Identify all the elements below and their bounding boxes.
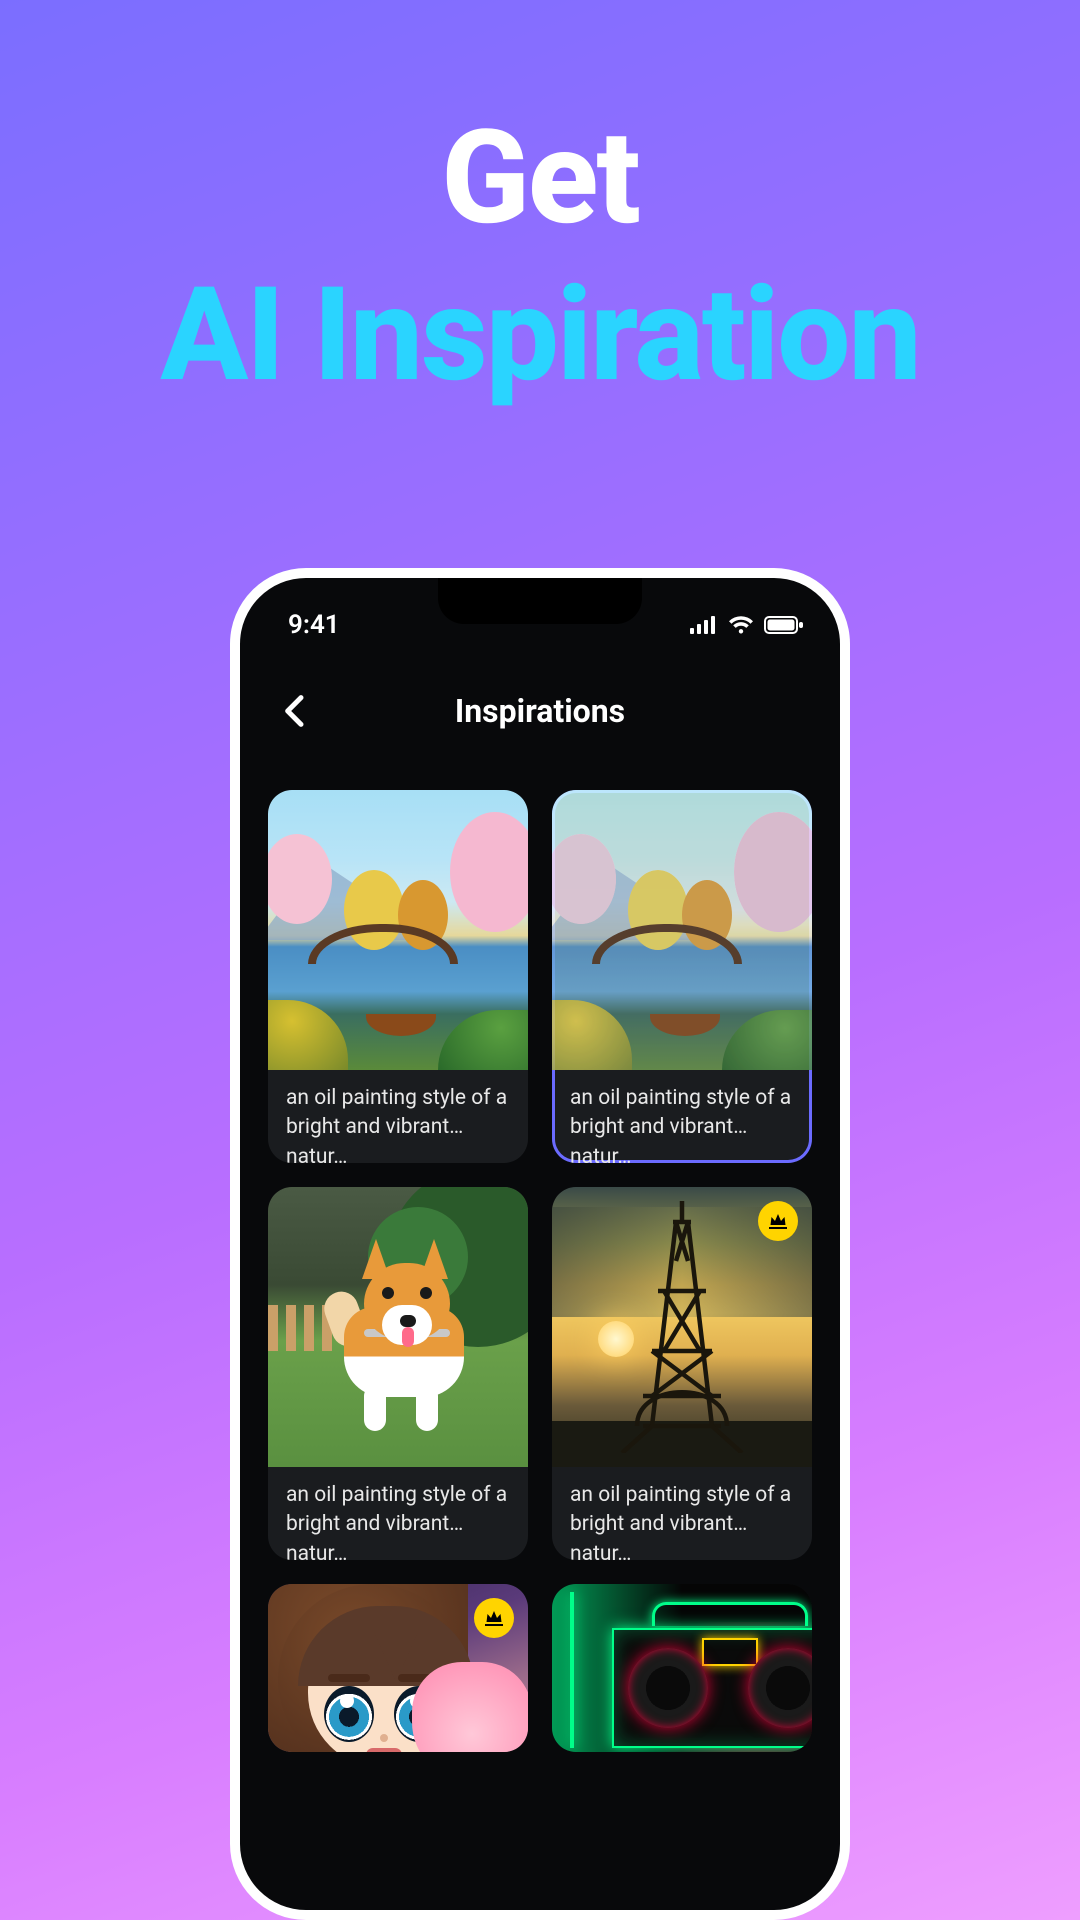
wifi-icon — [728, 615, 754, 635]
inspiration-card[interactable]: an oil painting style of a bright and vi… — [268, 790, 528, 1163]
hero-line-2: AI Inspiration — [0, 267, 1080, 404]
inspiration-thumbnail — [552, 1584, 812, 1752]
inspiration-card[interactable]: an oil painting style of a bright and vi… — [552, 790, 812, 1163]
inspiration-card[interactable]: an oil painting style of a bright and vi… — [552, 1187, 812, 1560]
inspiration-thumbnail — [268, 1187, 528, 1467]
inspiration-caption: an oil painting style of a bright and vi… — [552, 1070, 812, 1163]
inspiration-card[interactable] — [268, 1584, 528, 1752]
marketing-hero: Get AI Inspiration — [0, 0, 1080, 403]
hero-line-1: Get — [0, 110, 1080, 247]
back-button[interactable] — [276, 691, 316, 731]
crown-icon — [474, 1598, 514, 1638]
device-notch — [438, 578, 642, 624]
status-time: 9:41 — [288, 610, 340, 640]
inspiration-card[interactable] — [552, 1584, 812, 1752]
battery-icon — [764, 615, 804, 635]
nav-bar: Inspirations — [240, 672, 840, 750]
page-title: Inspirations — [455, 692, 625, 730]
phone-screen: 9:41 — [240, 578, 840, 1910]
inspiration-caption: an oil painting style of a bright and vi… — [268, 1467, 528, 1560]
inspiration-thumbnail — [268, 790, 528, 1070]
cellular-icon — [690, 616, 718, 634]
inspiration-grid: an oil painting style of a bright and vi… — [240, 750, 840, 1560]
inspiration-caption: an oil painting style of a bright and vi… — [552, 1467, 812, 1560]
inspiration-grid-row — [240, 1560, 840, 1752]
inspiration-thumbnail — [552, 790, 812, 1070]
inspiration-card[interactable]: an oil painting style of a bright and vi… — [268, 1187, 528, 1560]
crown-icon — [758, 1201, 798, 1241]
inspiration-caption: an oil painting style of a bright and vi… — [268, 1070, 528, 1163]
phone-frame: 9:41 — [230, 568, 850, 1920]
